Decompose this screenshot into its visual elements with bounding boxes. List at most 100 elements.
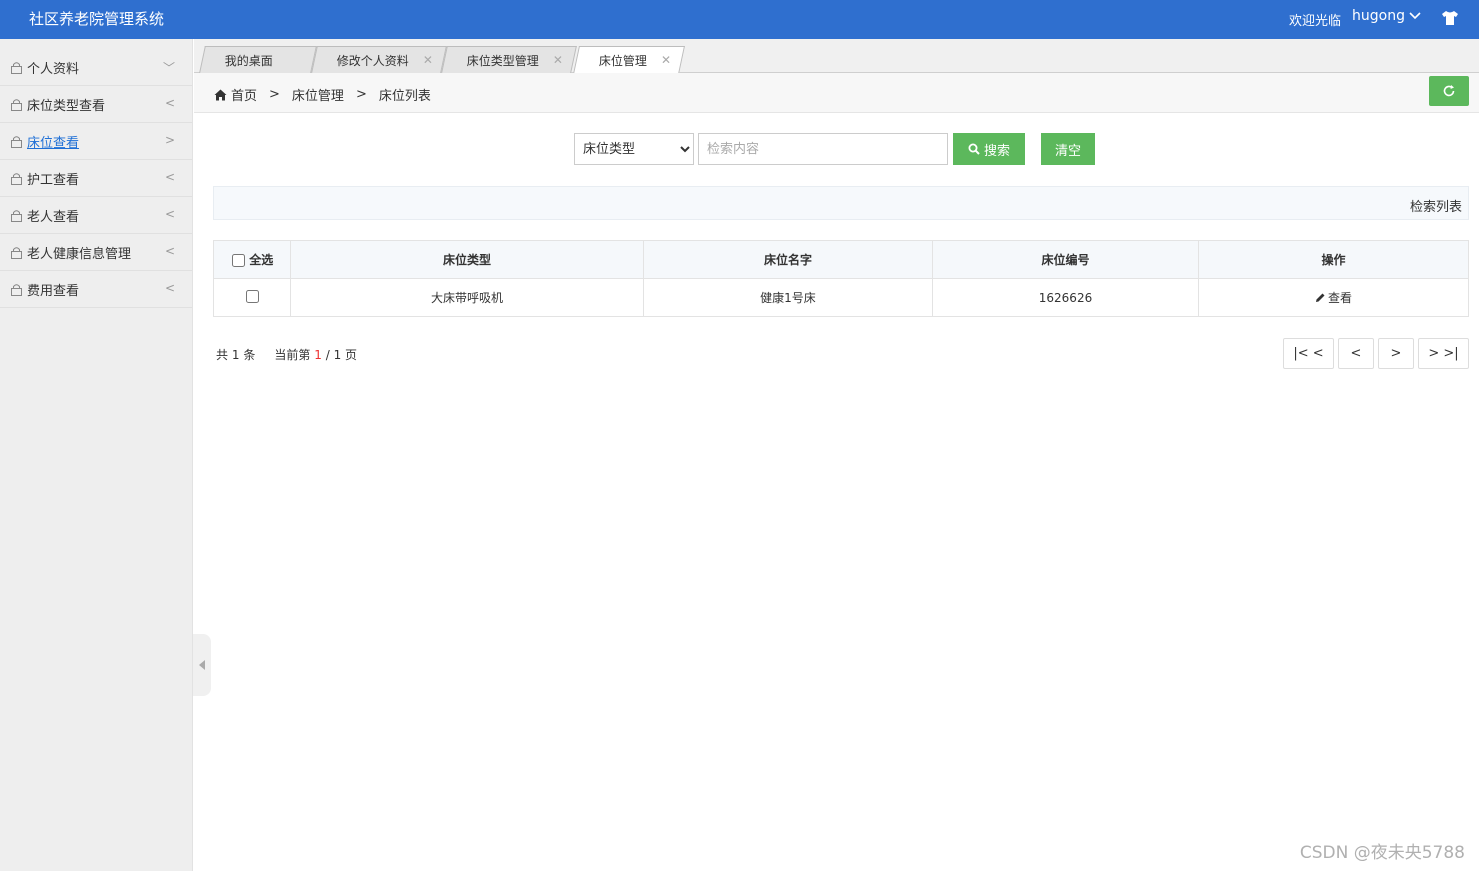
lock-icon	[11, 172, 22, 185]
breadcrumb-separator: >	[355, 87, 367, 102]
sidebar-item-profile[interactable]: 个人资料 ﹀	[0, 49, 192, 86]
bed-type-cell: 大床带呼吸机	[290, 278, 644, 317]
sidebar-item-health[interactable]: 老人健康信息管理 <	[0, 234, 192, 271]
home-icon	[214, 89, 227, 100]
lock-icon	[11, 246, 22, 259]
list-banner: 检索列表	[213, 186, 1469, 220]
sidebar-item-caregiver[interactable]: 护工查看 <	[0, 160, 192, 197]
column-header: 床位类型	[290, 240, 644, 279]
bed-table: 全选 床位类型 床位名字 床位编号 操作 大床带呼吸机 健康1号床 162662…	[213, 240, 1469, 317]
tab-label: 我的桌面	[224, 53, 273, 68]
bed-type-select[interactable]: 床位类型	[574, 133, 694, 165]
breadcrumb-separator: >	[269, 87, 280, 102]
refresh-icon	[1443, 85, 1455, 97]
pager-total-suffix: 条	[243, 348, 256, 362]
pencil-icon	[1315, 293, 1325, 302]
view-label: 查看	[1327, 291, 1352, 305]
tab-bar: 我的桌面 修改个人资料 ✕ 床位类型管理 ✕ 床位管理 ✕	[194, 39, 1479, 74]
pager-info: 共 1 条 当前第 1 / 1 页	[216, 346, 357, 363]
breadcrumb-home[interactable]: 首页	[231, 85, 257, 104]
view-button[interactable]: 查看	[1315, 289, 1352, 306]
sidebar-collapse-handle[interactable]	[193, 634, 211, 696]
sidebar-item-label: 护工查看	[27, 172, 80, 188]
user-menu[interactable]: hugong	[1352, 8, 1421, 24]
last-page-button[interactable]: > >|	[1418, 338, 1469, 369]
column-header: 床位名字	[643, 240, 933, 279]
select-all-checkbox[interactable]	[232, 254, 245, 267]
pagination: |< < < > > >|	[1283, 338, 1469, 369]
pager-total-pages: / 1 页	[325, 348, 358, 362]
sidebar-item-label: 床位类型查看	[27, 98, 106, 114]
sidebar-item-fee[interactable]: 费用查看 <	[0, 271, 192, 308]
search-button[interactable]: 搜索	[953, 133, 1025, 165]
chevron-down-icon: ﹀	[162, 61, 175, 75]
chevron-right-icon: >	[164, 133, 175, 147]
action-cell: 查看	[1198, 278, 1469, 317]
search-button-label: 搜索	[983, 143, 1010, 159]
chevron-left-icon: <	[164, 244, 175, 258]
watermark: CSDN @夜未央5788	[1299, 843, 1465, 863]
lock-icon	[11, 209, 22, 222]
shirt-icon[interactable]	[1441, 10, 1459, 26]
select-all-header: 全选	[213, 240, 291, 279]
caret-left-icon	[199, 660, 205, 670]
tab-edit-profile[interactable]: 修改个人资料 ✕	[311, 46, 447, 73]
breadcrumb-level2: 床位列表	[378, 89, 431, 104]
pager-total: 1	[231, 348, 240, 362]
tab-label: 床位类型管理	[466, 53, 539, 68]
sidebar-item-label: 个人资料	[27, 61, 80, 77]
tab-label: 床位管理	[598, 54, 647, 68]
breadcrumb-level1[interactable]: 床位管理	[292, 85, 344, 104]
chevron-down-icon	[1409, 12, 1421, 20]
sidebar-item-label: 老人健康信息管理	[27, 246, 132, 262]
tab-bed-manage[interactable]: 床位管理 ✕	[573, 46, 685, 74]
sidebar-item-label: 老人查看	[27, 209, 80, 225]
close-icon[interactable]: ✕	[423, 53, 433, 67]
pager-current-prefix: 当前第	[274, 348, 311, 362]
sidebar-item-bed-type[interactable]: 床位类型查看 <	[0, 86, 192, 123]
clear-button[interactable]: 清空	[1041, 133, 1095, 165]
welcome-text: 欢迎光临	[1288, 14, 1341, 29]
bed-number-cell: 1626626	[932, 278, 1199, 317]
search-icon	[968, 143, 980, 155]
first-page-button[interactable]: |< <	[1283, 338, 1334, 369]
chevron-left-icon: <	[164, 96, 175, 110]
tab-bed-type-manage[interactable]: 床位类型管理 ✕	[441, 46, 577, 73]
search-input[interactable]	[698, 133, 948, 165]
app-title: 社区养老院管理系统	[29, 10, 165, 28]
close-icon[interactable]: ✕	[661, 53, 671, 67]
chevron-left-icon: <	[164, 207, 175, 221]
search-form: 床位类型 搜索 清空	[574, 133, 1095, 165]
list-banner-title: 检索列表	[1409, 200, 1462, 215]
lock-icon	[11, 135, 22, 148]
table-row: 大床带呼吸机 健康1号床 1626626 查看	[213, 278, 1469, 317]
sidebar: 个人资料 ﹀ 床位类型查看 < 床位查看 > 护工查看 < 老人查看 < 老人健…	[0, 39, 193, 871]
sidebar-item-label: 床位查看	[27, 135, 80, 151]
breadcrumb-bar: 首页 > 床位管理 > 床位列表	[194, 73, 1479, 113]
top-header: 社区养老院管理系统 欢迎光临 hugong	[0, 0, 1479, 39]
tab-label: 修改个人资料	[336, 53, 409, 68]
column-header: 床位编号	[932, 240, 1199, 279]
next-page-button[interactable]: >	[1378, 338, 1414, 369]
select-all-label: 全选	[249, 253, 274, 267]
lock-icon	[11, 98, 22, 111]
chevron-left-icon: <	[164, 170, 175, 184]
column-header: 操作	[1198, 240, 1469, 279]
lock-icon	[11, 283, 22, 296]
row-checkbox-cell	[213, 278, 291, 317]
table-header-row: 全选 床位类型 床位名字 床位编号 操作	[213, 240, 1469, 279]
close-icon[interactable]: ✕	[553, 53, 563, 67]
pager-current-page: 1	[314, 348, 322, 362]
lock-icon	[11, 61, 22, 74]
refresh-button[interactable]	[1429, 76, 1469, 106]
sidebar-item-elder[interactable]: 老人查看 <	[0, 197, 192, 234]
bed-name-cell: 健康1号床	[643, 278, 933, 317]
sidebar-item-bed[interactable]: 床位查看 >	[0, 123, 192, 160]
username: hugong	[1352, 8, 1405, 24]
breadcrumb: 首页 > 床位管理 > 床位列表	[214, 85, 431, 104]
pager-total-prefix: 共	[216, 348, 229, 362]
prev-page-button[interactable]: <	[1338, 338, 1374, 369]
row-checkbox[interactable]	[245, 289, 259, 303]
chevron-left-icon: <	[164, 281, 175, 295]
tab-desktop[interactable]: 我的桌面	[199, 46, 317, 73]
